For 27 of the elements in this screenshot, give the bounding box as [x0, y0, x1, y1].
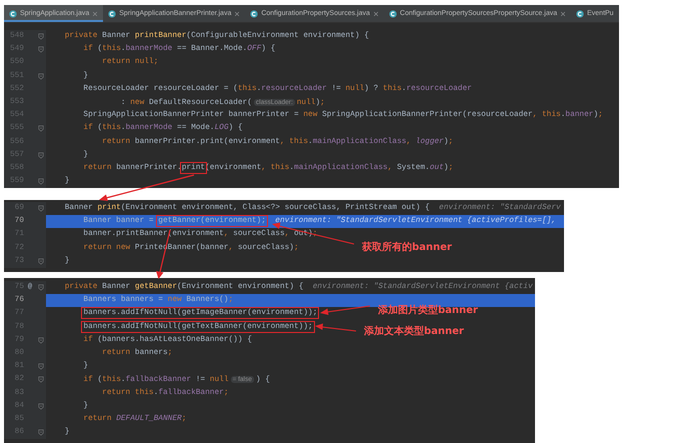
class-file-icon [9, 10, 17, 18]
fold-marker-icon[interactable] [38, 376, 44, 384]
fold-marker-icon[interactable] [38, 46, 44, 54]
fold-marker-icon[interactable] [38, 284, 44, 292]
fold-marker-icon[interactable] [38, 33, 44, 40]
class-file-icon [576, 10, 584, 18]
fold-marker-icon[interactable] [38, 152, 44, 159]
fold-marker-icon[interactable] [38, 125, 44, 132]
class-file-icon [388, 10, 397, 18]
annotation-label: 获取所有的banner [362, 240, 452, 254]
pointer-arrow [315, 324, 356, 332]
close-icon[interactable] [372, 10, 379, 16]
fold-marker-icon[interactable] [38, 429, 44, 436]
close-icon[interactable] [92, 10, 98, 16]
fold-marker-icon[interactable] [38, 178, 44, 186]
fold-marker-icon[interactable] [38, 402, 44, 410]
fold-marker-icon[interactable] [38, 205, 44, 212]
pointer-arrow [320, 306, 370, 315]
annotation-label: 添加文本类型banner [364, 324, 464, 338]
class-file-icon [250, 10, 258, 18]
fold-marker-icon[interactable] [38, 363, 44, 370]
fold-marker-icon[interactable] [38, 336, 44, 344]
close-icon[interactable] [234, 10, 240, 16]
fold-marker-icon[interactable] [38, 72, 44, 80]
fold-marker-icon[interactable] [38, 258, 44, 265]
class-file-icon [108, 10, 116, 18]
close-icon[interactable] [560, 10, 566, 16]
